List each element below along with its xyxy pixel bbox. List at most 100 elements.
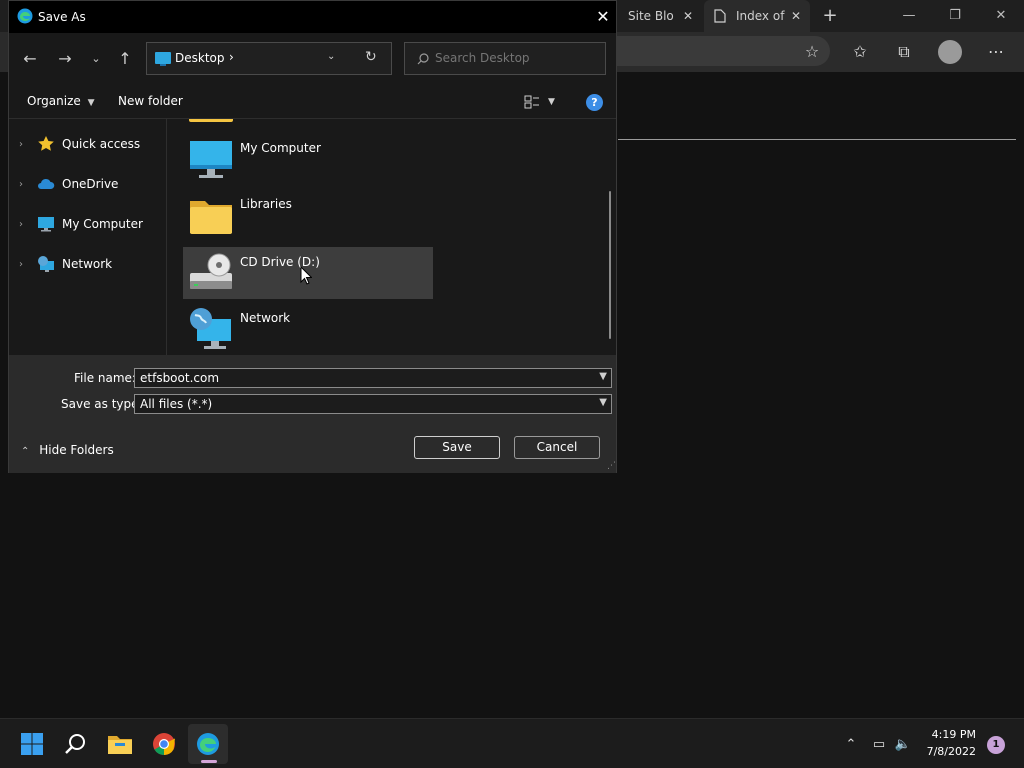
folder-icon — [189, 119, 233, 122]
windows-logo-icon — [21, 733, 43, 755]
file-item-label: Network — [240, 311, 291, 325]
up-arrow-icon[interactable]: ↑ — [114, 48, 136, 70]
search-button[interactable] — [56, 724, 96, 764]
tab-label: Index of — [736, 9, 785, 23]
breadcrumb-chevron-icon[interactable]: › — [229, 50, 234, 64]
dialog-title: Save As — [38, 10, 86, 24]
chevron-up-icon: ⌃ — [21, 446, 30, 457]
back-arrow-icon[interactable]: ← — [19, 48, 41, 70]
expand-chevron-icon[interactable]: › — [19, 139, 33, 150]
network-status-icon[interactable]: ▭ — [869, 735, 889, 755]
star-icon — [38, 136, 54, 151]
save-as-type-label: Save as type: — [61, 397, 143, 411]
volume-icon[interactable]: 🔈 — [893, 735, 913, 755]
page-icon — [714, 9, 726, 23]
notification-badge[interactable]: 1 — [987, 736, 1005, 754]
network-icon — [38, 256, 54, 272]
expand-chevron-icon[interactable]: › — [19, 259, 33, 270]
help-icon[interactable]: ? — [586, 94, 603, 111]
hide-folders-button[interactable]: ⌃ Hide Folders — [21, 443, 114, 457]
save-as-type-select[interactable]: All files (*.*) ▼ — [134, 394, 612, 414]
chevron-down-icon[interactable]: ▼ — [599, 371, 607, 382]
restore-icon[interactable]: ❐ — [940, 6, 970, 26]
file-item-libraries[interactable]: Libraries — [183, 189, 433, 241]
profile-avatar[interactable] — [938, 40, 962, 64]
clock-date[interactable]: 7/8/2022 — [920, 745, 976, 758]
monitor-icon — [190, 141, 232, 178]
more-options-icon[interactable]: ⋯ — [984, 40, 1008, 64]
favorites-icon[interactable]: ✩ — [848, 40, 872, 64]
minimize-icon[interactable]: — — [894, 6, 924, 26]
clock-time[interactable]: 4:19 PM — [920, 728, 976, 741]
sidebar-item-label: OneDrive — [62, 177, 119, 191]
edge-button[interactable] — [188, 724, 228, 764]
path-location: Desktop — [175, 51, 225, 65]
address-bar[interactable] — [612, 36, 830, 66]
hide-folders-label: Hide Folders — [39, 443, 114, 457]
sidebar-item-network[interactable]: › Network — [9, 251, 167, 277]
sidebar-item-label: My Computer — [62, 217, 143, 231]
expand-chevron-icon[interactable]: › — [19, 179, 33, 190]
file-item-label: My Computer — [240, 141, 321, 155]
chrome-icon — [153, 733, 175, 755]
recent-locations-chevron-icon[interactable]: ⌄ — [85, 48, 107, 70]
folder-icon — [190, 201, 232, 234]
start-button[interactable] — [12, 724, 52, 764]
search-icon — [417, 53, 429, 65]
forward-arrow-icon[interactable]: → — [54, 48, 76, 70]
tab-site-blocked[interactable]: Site Blo ✕ — [618, 0, 702, 32]
edge-icon — [17, 8, 33, 24]
refresh-icon[interactable]: ↻ — [365, 49, 377, 65]
save-as-type-value: All files (*.*) — [140, 397, 213, 411]
network-icon — [190, 308, 231, 349]
expand-chevron-icon[interactable]: › — [19, 219, 33, 230]
cd-drive-icon — [190, 253, 232, 289]
file-item-network[interactable]: Network — [183, 303, 433, 355]
organize-label: Organize — [27, 94, 81, 108]
file-item-my-computer[interactable]: My Computer — [183, 133, 433, 185]
dialog-titlebar — [9, 1, 616, 33]
file-item-label: Libraries — [240, 197, 292, 211]
resize-grip-icon[interactable]: ⋰ — [607, 461, 616, 471]
sidebar-item-onedrive[interactable]: › OneDrive — [9, 171, 167, 197]
new-tab-button[interactable]: + — [820, 6, 840, 26]
file-pane-scrollbar[interactable] — [609, 191, 611, 339]
collections-icon[interactable]: ⧉ — [892, 40, 916, 64]
cloud-icon — [38, 178, 55, 189]
cancel-button[interactable]: Cancel — [514, 436, 600, 459]
file-name-field[interactable]: etfsboot.com ▼ — [134, 368, 612, 388]
search-input[interactable] — [435, 51, 600, 65]
chevron-down-icon[interactable]: ▼ — [599, 397, 607, 408]
file-explorer-button[interactable] — [100, 724, 140, 764]
close-icon[interactable]: ✕ — [680, 8, 696, 24]
folder-icon — [108, 736, 132, 754]
active-app-indicator — [201, 760, 217, 763]
add-favorite-icon[interactable]: ☆ — [800, 40, 824, 64]
caret-down-icon: ▼ — [87, 98, 95, 108]
chrome-button[interactable] — [144, 724, 184, 764]
sidebar-item-label: Quick access — [62, 137, 141, 151]
tab-index-of[interactable]: Index of ✕ — [704, 0, 810, 32]
edge-icon — [197, 733, 219, 755]
search-box[interactable] — [404, 42, 606, 75]
close-icon[interactable]: ✕ — [592, 6, 614, 28]
monitor-icon — [38, 217, 54, 232]
close-icon[interactable]: ✕ — [788, 8, 804, 24]
save-button[interactable]: Save — [414, 436, 500, 459]
sidebar-item-my-computer[interactable]: › My Computer — [9, 211, 167, 237]
file-name-value: etfsboot.com — [140, 371, 220, 385]
caret-down-icon[interactable]: ▼ — [548, 97, 555, 107]
sidebar-item-label: Network — [62, 257, 113, 271]
mouse-cursor-icon — [300, 266, 312, 285]
organize-button[interactable]: Organize ▼ — [27, 94, 95, 108]
path-bar[interactable]: Desktop › ⌄ ↻ — [146, 42, 392, 75]
new-folder-button[interactable]: New folder — [118, 94, 183, 108]
close-window-icon[interactable]: ✕ — [986, 6, 1016, 26]
save-as-dialog: Save As ✕ ← → ⌄ ↑ Desktop › ⌄ ↻ Organize… — [8, 0, 617, 473]
view-options-icon[interactable] — [524, 95, 540, 109]
show-hidden-icons-chevron-icon[interactable]: ⌃ — [841, 735, 861, 755]
desktop-icon — [155, 52, 171, 66]
file-name-label: File name: — [74, 371, 136, 385]
path-dropdown-icon[interactable]: ⌄ — [327, 51, 335, 62]
sidebar-item-quick-access[interactable]: › Quick access — [9, 131, 167, 157]
